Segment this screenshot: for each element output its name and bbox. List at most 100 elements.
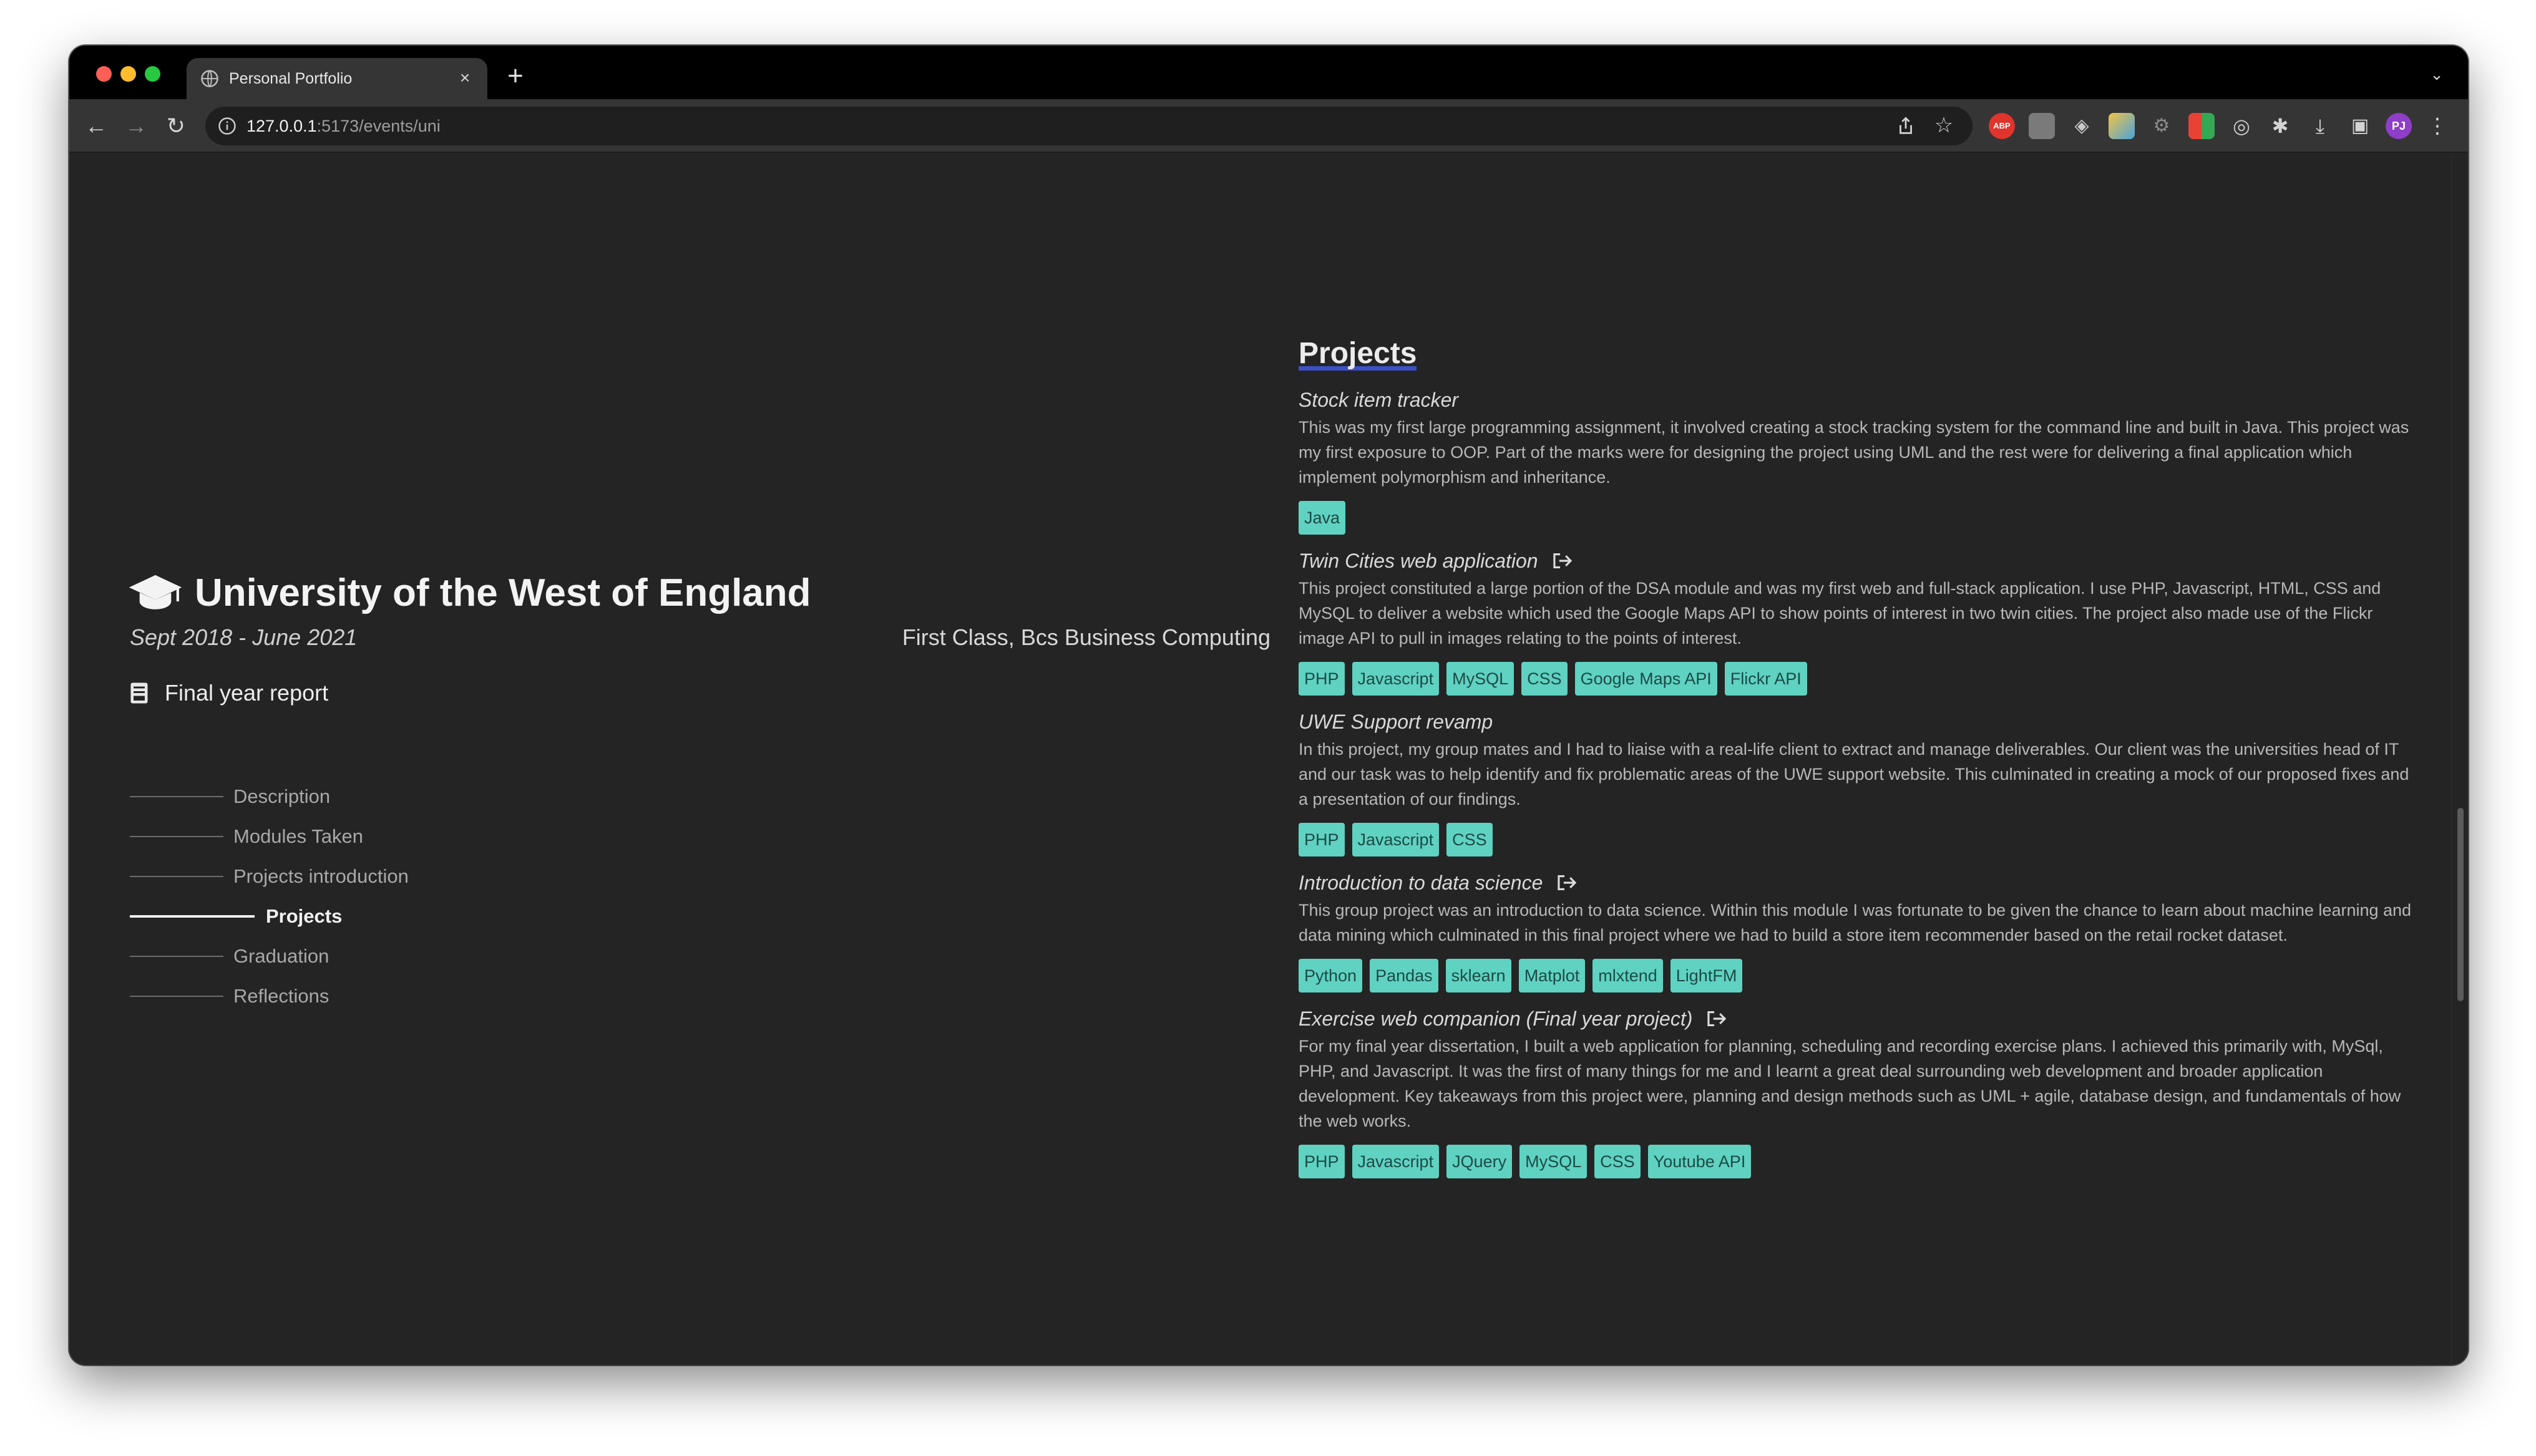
url-path: :5173/events/uni: [316, 117, 441, 135]
project-description: For my final year dissertation, I built …: [1299, 1037, 2401, 1130]
project-description: This was my first large programming assi…: [1299, 418, 2409, 487]
project-description: This project constituted a large portion…: [1299, 579, 2381, 648]
tech-tag: sklearn: [1445, 959, 1511, 993]
external-link-icon[interactable]: [1706, 1009, 1727, 1028]
toc-line: [130, 956, 223, 957]
tab-title: Personal Portfolio: [229, 70, 353, 87]
toc-item-description[interactable]: Description: [130, 777, 409, 817]
study-dates: Sept 2018 - June 2021: [130, 624, 358, 650]
tab-search-icon[interactable]: ⌄: [2424, 62, 2449, 87]
url-text[interactable]: 127.0.0.1:5173/events/uni: [246, 115, 441, 137]
toc-label: Projects introduction: [233, 865, 409, 887]
tech-tag: JQuery: [1446, 1145, 1513, 1178]
star-icon[interactable]: ☆: [1931, 113, 1956, 138]
project-card: Exercise web companion (Final year proje…: [1299, 1005, 2416, 1178]
tech-tag: Javascript: [1352, 823, 1440, 857]
extension-icon[interactable]: [2188, 113, 2215, 139]
browser-toolbar: ← → ↻ 127.0.0.1:5173/events/uni ☆ ABP ◈ …: [69, 99, 2468, 153]
project-title-text: Introduction to data science: [1299, 871, 1543, 894]
toc-item-projects-introduction[interactable]: Projects introduction: [130, 857, 409, 896]
page-content: University of the West of England Sept 2…: [69, 153, 2451, 1365]
project-card: Stock item tracker This was my first lar…: [1299, 386, 2416, 535]
toc-label: Description: [233, 785, 331, 807]
adblock-extension-icon[interactable]: ABP: [1989, 113, 2015, 139]
maximize-window-button[interactable]: [145, 66, 160, 82]
project-title: Stock item tracker: [1299, 386, 2416, 414]
tech-tag: Java: [1299, 501, 1346, 535]
tech-tag: Youtube API: [1647, 1145, 1752, 1178]
profile-avatar[interactable]: PJ: [2386, 113, 2412, 139]
forward-icon[interactable]: →: [120, 110, 152, 142]
project-card: Twin Cities web application This project…: [1299, 547, 2416, 696]
menu-kebab-icon[interactable]: ⋮: [2427, 113, 2448, 139]
toc-label: Modules Taken: [233, 825, 363, 847]
browser-window: Personal Portfolio × + ⌄ ← → ↻ 127.0.0.1…: [69, 46, 2468, 1365]
institution-heading: University of the West of England: [127, 561, 811, 624]
degree-text: First Class, Bcs Business Computing: [902, 624, 1270, 650]
target-extension-icon[interactable]: ◎: [2228, 113, 2255, 139]
section-title: Projects: [1299, 334, 1417, 374]
back-icon[interactable]: ←: [80, 110, 112, 142]
toc-line: [130, 796, 223, 797]
gear-extension-icon[interactable]: ⚙: [2148, 113, 2175, 139]
tech-tag: Pandas: [1370, 959, 1438, 993]
tag-list: PHP Javascript MySQL CSS Google Maps API…: [1299, 662, 2416, 696]
globe-icon: [201, 70, 218, 87]
tech-tag: Google Maps API: [1574, 662, 1717, 696]
toc-label: Reflections: [233, 985, 329, 1007]
toc-item-reflections[interactable]: Reflections: [130, 976, 409, 1016]
external-link-icon[interactable]: [1556, 873, 1578, 892]
minimize-window-button[interactable]: [120, 66, 136, 82]
tech-tag: PHP: [1299, 823, 1345, 857]
project-card: Introduction to data science This group …: [1299, 869, 2416, 993]
toc-line: [130, 876, 223, 877]
tech-tag: CSS: [1594, 1145, 1641, 1178]
tab-personal-portfolio[interactable]: Personal Portfolio ×: [187, 58, 487, 99]
page-scrollbar[interactable]: [2451, 153, 2468, 1365]
extension-icon[interactable]: [2109, 113, 2135, 139]
sidepanel-icon[interactable]: ▣: [2347, 113, 2373, 139]
project-title-text: Twin Cities web application: [1299, 549, 1538, 572]
url-host: 127.0.0.1: [246, 117, 317, 135]
tech-tag: Matplot: [1518, 959, 1586, 993]
extension-icon[interactable]: ◈: [2069, 113, 2095, 139]
toc-line: [130, 996, 223, 997]
info-icon[interactable]: [218, 117, 237, 135]
toc-label: Projects: [266, 905, 343, 927]
toc-label: Graduation: [233, 945, 329, 967]
projects-section: Projects Stock item tracker This was my …: [1299, 334, 2416, 1178]
download-icon[interactable]: ⤓: [2307, 113, 2333, 139]
project-card: UWE Support revamp In this project, my g…: [1299, 708, 2416, 857]
new-tab-button[interactable]: +: [500, 61, 531, 92]
project-description: In this project, my group mates and I ha…: [1299, 740, 2409, 808]
toc-item-modules-taken[interactable]: Modules Taken: [130, 817, 409, 857]
final-year-report-link[interactable]: Final year report: [130, 676, 328, 711]
close-window-button[interactable]: [96, 66, 112, 82]
address-bar[interactable]: 127.0.0.1:5173/events/uni ☆: [205, 107, 1973, 145]
tag-list: PHP Javascript CSS: [1299, 823, 2416, 857]
extension-icon[interactable]: [2029, 113, 2055, 139]
external-link-icon[interactable]: [1552, 551, 1573, 570]
share-icon[interactable]: [1895, 115, 1916, 137]
scrollbar-thumb[interactable]: [2457, 808, 2464, 1001]
project-title: Twin Cities web application: [1299, 547, 2416, 575]
document-icon: [130, 682, 148, 704]
tech-tag: Javascript: [1352, 662, 1440, 696]
tech-tag: Flickr API: [1724, 662, 1807, 696]
extensions-puzzle-icon[interactable]: ✱: [2267, 113, 2293, 139]
project-title-text: Stock item tracker: [1299, 388, 1459, 411]
toc-item-graduation[interactable]: Graduation: [130, 936, 409, 976]
tech-tag: CSS: [1446, 823, 1493, 857]
project-title: UWE Support revamp: [1299, 708, 2416, 735]
institution-name: University of the West of England: [195, 571, 811, 614]
tech-tag: MySQL: [1446, 662, 1514, 696]
toc-item-projects[interactable]: Projects: [130, 896, 409, 936]
tech-tag: LightFM: [1670, 959, 1743, 993]
reload-icon[interactable]: ↻: [160, 110, 192, 142]
toc-line: [130, 836, 223, 837]
tech-tag: mlxtend: [1592, 959, 1663, 993]
tech-tag: Python: [1299, 959, 1363, 993]
tab-close-icon[interactable]: ×: [454, 67, 476, 89]
project-description: This group project was an introduction t…: [1299, 901, 2412, 944]
tag-list: Java: [1299, 501, 2416, 535]
